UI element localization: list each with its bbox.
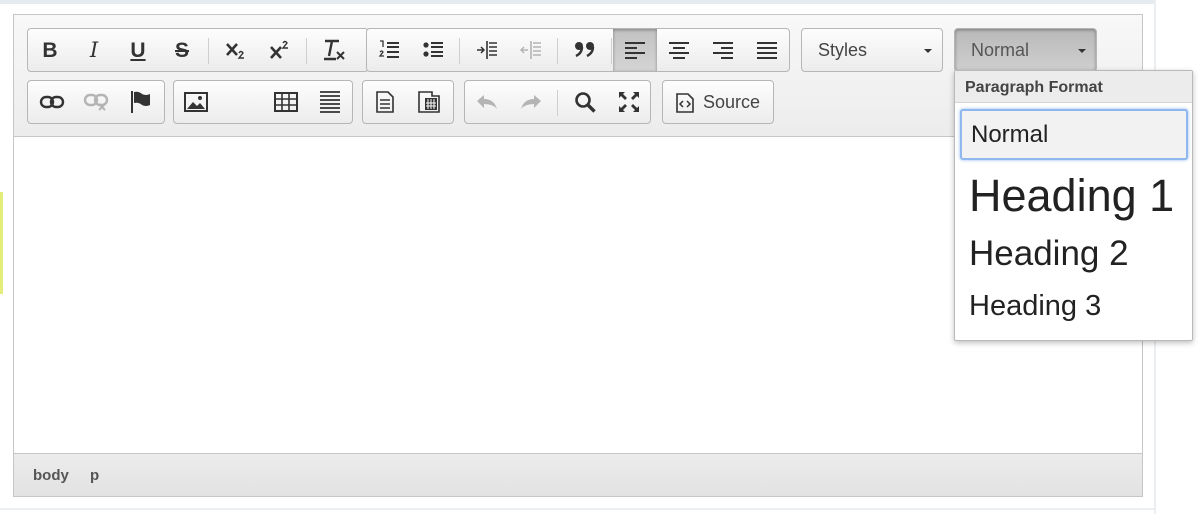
source-code-icon [676, 93, 694, 113]
horizontal-rule-button[interactable] [308, 81, 352, 123]
top-divider [0, 0, 1155, 4]
basic-styles-group: B I U S [27, 28, 369, 72]
bulleted-list-button[interactable] [411, 29, 455, 71]
align-right-icon [713, 42, 733, 59]
italic-icon: I [89, 37, 99, 62]
search-icon [575, 92, 596, 113]
insert-group [173, 80, 353, 124]
bold-icon: B [42, 38, 58, 62]
path-item-body[interactable]: body [33, 467, 69, 484]
maximize-icon [619, 92, 639, 112]
link-icon [39, 95, 65, 109]
redo-icon [521, 95, 541, 109]
bold-button[interactable]: B [28, 29, 72, 71]
underline-icon: U [130, 38, 146, 62]
bulleted-list-icon [423, 42, 443, 57]
superscript-icon [270, 40, 288, 59]
path-item-p[interactable]: p [90, 467, 99, 484]
unlink-icon [83, 93, 109, 111]
format-option-normal[interactable]: Normal [960, 109, 1188, 160]
blockquote-icon [575, 42, 595, 58]
document-icon [376, 91, 394, 113]
maximize-button[interactable] [607, 81, 651, 123]
strikethrough-icon: S [174, 38, 189, 62]
table-button[interactable] [264, 81, 308, 123]
flag-icon [131, 91, 150, 113]
link-button[interactable] [30, 81, 74, 123]
undo-button[interactable] [465, 81, 509, 123]
unlink-button[interactable] [74, 81, 118, 123]
toolbar-separator [557, 38, 558, 64]
remove-format-icon [324, 39, 345, 61]
align-center-button[interactable] [657, 29, 701, 71]
align-left-button[interactable] [613, 29, 657, 71]
undo-icon [477, 95, 497, 109]
image-button[interactable] [174, 81, 218, 123]
redo-button[interactable] [509, 81, 553, 123]
underline-button[interactable]: U [116, 29, 160, 71]
increase-indent-button[interactable] [465, 29, 509, 71]
remove-format-button[interactable] [312, 29, 356, 71]
numbered-list-icon [378, 40, 399, 58]
toolbar-separator [459, 38, 460, 64]
strikethrough-button[interactable]: S [160, 29, 204, 71]
find-button[interactable] [563, 81, 607, 123]
anchor-button[interactable] [118, 81, 162, 123]
styles-dropdown[interactable]: Styles [801, 28, 943, 72]
toolbar-separator [306, 38, 307, 64]
horizontal-rule-icon [320, 91, 340, 113]
image-icon [184, 92, 208, 112]
decrease-indent-icon [520, 41, 541, 59]
justify-button[interactable] [745, 29, 789, 71]
align-left-icon [625, 42, 645, 59]
paragraph-format-panel: Paragraph Format Normal Heading 1 Headin… [954, 70, 1193, 341]
templates-group [362, 80, 454, 124]
toolbar-separator [611, 38, 612, 64]
page: B I U S Styles Normal Source body p Para… [0, 0, 1200, 514]
format-option-heading-2[interactable]: Heading 2 [960, 231, 1188, 277]
panel-title: Paragraph Format [955, 71, 1192, 103]
chevron-down-icon [924, 49, 932, 53]
paragraph-group [366, 28, 790, 72]
templates-button[interactable] [363, 81, 407, 123]
toolbar-separator [208, 38, 209, 64]
toolbar-separator [557, 90, 558, 116]
subscript-button[interactable] [214, 29, 258, 71]
source-button-label: Source [703, 92, 761, 112]
align-right-button[interactable] [701, 29, 745, 71]
styles-dropdown-label: Styles [818, 40, 868, 60]
decrease-indent-button[interactable] [509, 29, 553, 71]
links-group [27, 80, 165, 124]
chevron-down-icon [1078, 49, 1086, 53]
format-dropdown-label: Normal [971, 40, 1030, 60]
format-option-heading-3[interactable]: Heading 3 [960, 285, 1188, 327]
increase-indent-icon [477, 41, 497, 59]
subscript-icon [226, 43, 244, 59]
bottom-divider [0, 508, 1155, 510]
italic-button[interactable]: I [72, 29, 116, 71]
numbered-list-button[interactable] [367, 29, 411, 71]
page-break-icon [418, 91, 440, 113]
superscript-button[interactable] [258, 29, 302, 71]
align-center-icon [669, 42, 689, 59]
format-dropdown[interactable]: Normal [954, 28, 1097, 72]
blockquote-button[interactable] [563, 29, 607, 71]
tools-group [464, 80, 651, 124]
format-option-heading-1[interactable]: Heading 1 [960, 167, 1188, 225]
justify-icon [757, 42, 777, 59]
left-accent-bar [0, 192, 3, 294]
element-path-bar: body p [14, 453, 1142, 496]
source-button[interactable]: Source [662, 80, 774, 124]
page-break-button[interactable] [407, 81, 451, 123]
table-icon [274, 92, 298, 112]
